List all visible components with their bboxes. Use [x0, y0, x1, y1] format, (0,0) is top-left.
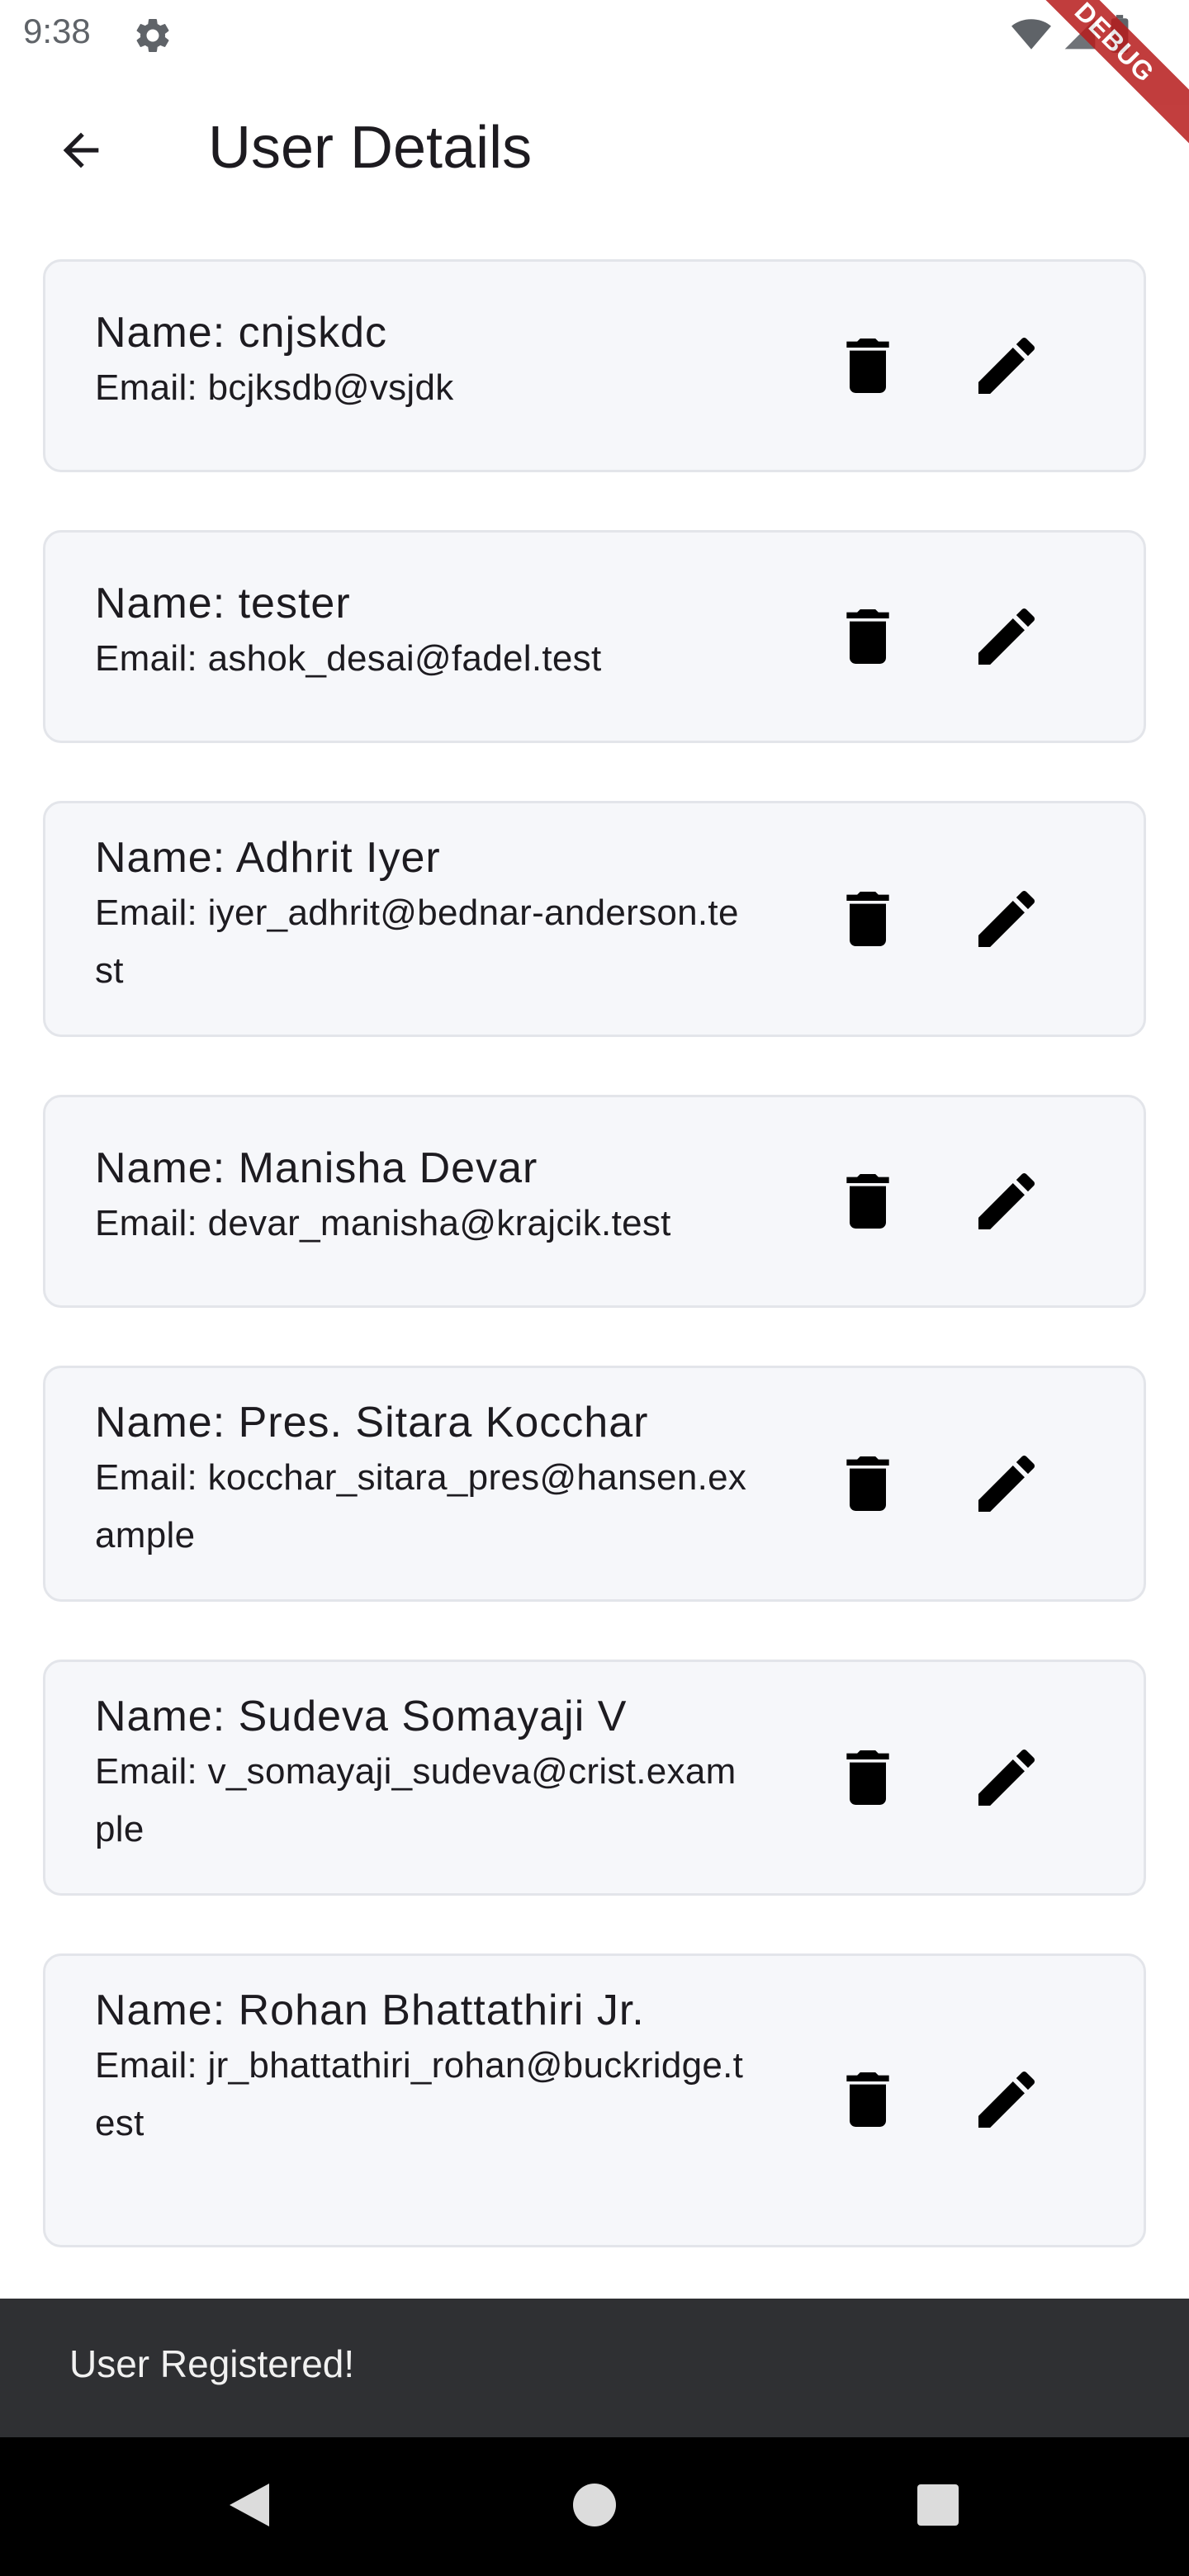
page-title: User Details: [208, 115, 533, 181]
user-email: Email: devar_manisha@krajcik.test: [95, 1203, 671, 1243]
delete-button[interactable]: [828, 881, 907, 960]
user-card: Name: cnjskdc Email: bcjksdb@vsjdk: [43, 259, 1146, 472]
nav-home-button[interactable]: [561, 2474, 628, 2540]
user-name: Name: Pres. Sitara Kocchar: [95, 1399, 649, 1447]
status-time: 9:38: [23, 12, 91, 50]
user-email: Email: bcjksdb@vsjdk: [95, 367, 454, 408]
edit-button[interactable]: [967, 881, 1046, 960]
wifi-icon: [1011, 13, 1052, 59]
edit-button[interactable]: [967, 2062, 1046, 2141]
pencil-icon: [978, 337, 1035, 398]
delete-button[interactable]: [828, 328, 907, 407]
user-card: Name: tester Email: ashok_desai@fadel.te…: [43, 530, 1146, 743]
delete-button[interactable]: [828, 1740, 907, 1819]
user-email: Email: kocchar_sitara_pres@hansen.exampl…: [95, 1457, 747, 1556]
app-bar: User Details: [0, 69, 1189, 226]
user-name: Name: Sudeva Somayaji V: [95, 1693, 628, 1740]
user-list: Name: cnjskdc Email: bcjksdb@vsjdk Name:…: [43, 259, 1146, 2305]
delete-button[interactable]: [828, 1163, 907, 1243]
user-email: Email: jr_bhattathiri_rohan@buckridge.te…: [95, 2045, 744, 2143]
delete-button[interactable]: [828, 2062, 907, 2141]
edit-button[interactable]: [967, 599, 1046, 678]
snackbar-message: User Registered!: [69, 2342, 355, 2385]
user-email: Email: v_somayaji_sudeva@crist.example: [95, 1751, 737, 1849]
user-card: Name: Manisha Devar Email: devar_manisha…: [43, 1095, 1146, 1308]
gear-icon: [132, 15, 173, 56]
triangle-back-icon: [226, 2480, 272, 2534]
edit-button[interactable]: [967, 1446, 1046, 1525]
circle-home-icon: [571, 2482, 618, 2532]
square-recents-icon: [916, 2483, 960, 2531]
status-bar: 9:38 DEBUG: [0, 0, 1189, 149]
trash-icon: [845, 1750, 891, 1809]
delete-button[interactable]: [828, 1446, 907, 1525]
pencil-icon: [978, 608, 1035, 669]
trash-icon: [845, 1173, 891, 1233]
trash-icon: [845, 608, 891, 668]
user-card: Name: Pres. Sitara Kocchar Email: koccha…: [43, 1366, 1146, 1602]
pencil-icon: [978, 2071, 1035, 2132]
delete-button[interactable]: [828, 599, 907, 678]
nav-back-button[interactable]: [216, 2474, 282, 2540]
system-nav-bar: [0, 2437, 1189, 2576]
pencil-icon: [978, 890, 1035, 951]
user-email: Email: ashok_desai@fadel.test: [95, 638, 602, 679]
back-button[interactable]: [40, 111, 122, 193]
nav-recents-button[interactable]: [905, 2474, 971, 2540]
user-card: Name: Adhrit Iyer Email: iyer_adhrit@bed…: [43, 801, 1146, 1037]
user-card: Name: Sudeva Somayaji V Email: v_somayaj…: [43, 1660, 1146, 1896]
pencil-icon: [978, 1455, 1035, 1516]
pencil-icon: [978, 1749, 1035, 1810]
trash-icon: [845, 2072, 891, 2131]
user-name: Name: tester: [95, 580, 351, 627]
arrow-back-icon: [54, 124, 107, 181]
user-name: Name: Adhrit Iyer: [95, 834, 441, 882]
trash-icon: [845, 891, 891, 950]
trash-icon: [845, 338, 891, 397]
user-card: Name: Rohan Bhattathiri Jr. Email: jr_bh…: [43, 1953, 1146, 2247]
edit-button[interactable]: [967, 1740, 1046, 1819]
pencil-icon: [978, 1172, 1035, 1234]
edit-button[interactable]: [967, 328, 1046, 407]
user-name: Name: Manisha Devar: [95, 1144, 538, 1192]
edit-button[interactable]: [967, 1163, 1046, 1243]
user-name: Name: cnjskdc: [95, 309, 387, 357]
trash-icon: [845, 1456, 891, 1515]
user-email: Email: iyer_adhrit@bednar-anderson.test: [95, 893, 739, 991]
user-name: Name: Rohan Bhattathiri Jr.: [95, 1986, 645, 2034]
snackbar: User Registered!: [0, 2299, 1189, 2437]
